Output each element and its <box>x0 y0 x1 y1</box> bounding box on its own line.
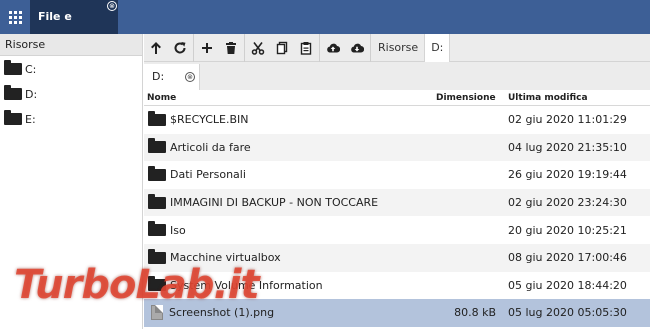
folder-icon <box>148 138 166 154</box>
item-name: Iso <box>170 223 186 237</box>
breadcrumb-current[interactable]: D: <box>424 33 451 62</box>
item-modified: 05 giu 2020 18:44:20 <box>508 278 627 292</box>
list-item[interactable]: IMMAGINI DI BACKUP - NON TOCCARE 02 giu … <box>144 188 650 217</box>
item-modified: 08 giu 2020 17:00:46 <box>508 251 627 265</box>
toolbar-divider <box>244 33 245 62</box>
upload-icon[interactable] <box>321 34 345 62</box>
folder-icon <box>148 276 166 292</box>
column-header-size[interactable]: Dimensione <box>434 93 502 103</box>
item-name: $RECYCLE.BIN <box>170 113 249 127</box>
sidebar-drive-d[interactable]: D: <box>0 82 142 106</box>
folder-icon <box>148 110 166 126</box>
toolbar-divider <box>319 33 320 62</box>
path-tab-d[interactable]: D: ⊗ <box>144 64 200 90</box>
app-tab-file-manager[interactable]: File e Cartelle ⊗ <box>30 0 118 57</box>
item-name: Dati Personali <box>170 168 246 182</box>
item-name: Macchine virtualbox <box>170 251 281 265</box>
list-header: Nome Dimensione Ultima modifica <box>144 90 650 106</box>
sidebar: Risorse C: D: E: <box>0 34 143 329</box>
plus-icon[interactable] <box>195 34 219 62</box>
list-item-selected[interactable]: Screenshot (1).png 80.8 kB 05 lug 2020 0… <box>144 299 650 327</box>
folder-icon <box>4 110 22 125</box>
copy-icon[interactable] <box>270 34 294 62</box>
item-name: IMMAGINI DI BACKUP - NON TOCCARE <box>170 196 379 210</box>
list-item[interactable]: Dati Personali 26 giu 2020 19:19:44 <box>144 161 650 189</box>
drive-label: E: <box>25 112 36 126</box>
drive-label: C: <box>25 62 37 76</box>
sidebar-drive-e[interactable]: E: <box>0 107 142 131</box>
folder-icon <box>148 193 166 209</box>
item-modified: 26 giu 2020 19:19:44 <box>508 168 627 182</box>
file-icon <box>151 305 163 321</box>
column-header-modified[interactable]: Ultima modifica <box>502 93 650 103</box>
top-bar: File e Cartelle ⊗ <box>0 0 650 57</box>
column-header-name[interactable]: Nome <box>144 93 434 103</box>
path-tab-row: D: ⊗ <box>144 62 650 90</box>
item-name: Articoli da fare <box>170 140 251 154</box>
item-modified: 20 giu 2020 10:25:21 <box>508 223 627 237</box>
sidebar-drive-c[interactable]: C: <box>0 57 142 81</box>
item-name: Screenshot (1).png <box>169 306 275 320</box>
list-item[interactable]: Macchine virtualbox 08 giu 2020 17:00:46 <box>144 243 650 272</box>
breadcrumb-root[interactable]: Risorse <box>372 34 424 62</box>
folder-icon <box>148 221 166 237</box>
paste-icon[interactable] <box>294 34 318 62</box>
item-size: 80.8 kB <box>454 306 496 320</box>
toolbar-divider <box>370 33 371 62</box>
drive-label: D: <box>25 87 38 101</box>
trash-icon[interactable] <box>219 34 243 62</box>
list-item[interactable]: Articoli da fare 04 lug 2020 21:35:10 <box>144 133 650 162</box>
item-modified: 02 giu 2020 11:01:29 <box>508 113 627 127</box>
folder-icon <box>148 165 166 181</box>
item-modified: 05 lug 2020 05:05:30 <box>508 306 627 320</box>
folder-icon <box>4 85 22 100</box>
refresh-icon[interactable] <box>168 34 192 62</box>
item-modified: 02 giu 2020 23:24:30 <box>508 196 627 210</box>
toolbar: Risorse D: <box>144 33 650 62</box>
list-item[interactable]: System Volume Information 05 giu 2020 18… <box>144 272 650 300</box>
file-list: Nome Dimensione Ultima modifica $RECYCLE… <box>144 90 650 329</box>
sidebar-title: Risorse <box>0 34 142 56</box>
path-tab-label: D: <box>152 70 165 83</box>
close-icon[interactable]: ⊗ <box>107 1 117 11</box>
apps-grid-icon[interactable] <box>0 0 30 34</box>
up-arrow-icon[interactable] <box>144 34 168 62</box>
item-name: System Volume Information <box>170 278 323 292</box>
toolbar-divider <box>193 33 194 62</box>
folder-icon <box>148 248 166 264</box>
scissors-icon[interactable] <box>246 34 270 62</box>
folder-icon <box>4 60 22 75</box>
list-item[interactable]: $RECYCLE.BIN 02 giu 2020 11:01:29 <box>144 106 650 134</box>
close-icon[interactable]: ⊗ <box>185 72 195 82</box>
download-icon[interactable] <box>345 34 369 62</box>
item-modified: 04 lug 2020 21:35:10 <box>508 140 627 154</box>
list-item[interactable]: Iso 20 giu 2020 10:25:21 <box>144 216 650 244</box>
